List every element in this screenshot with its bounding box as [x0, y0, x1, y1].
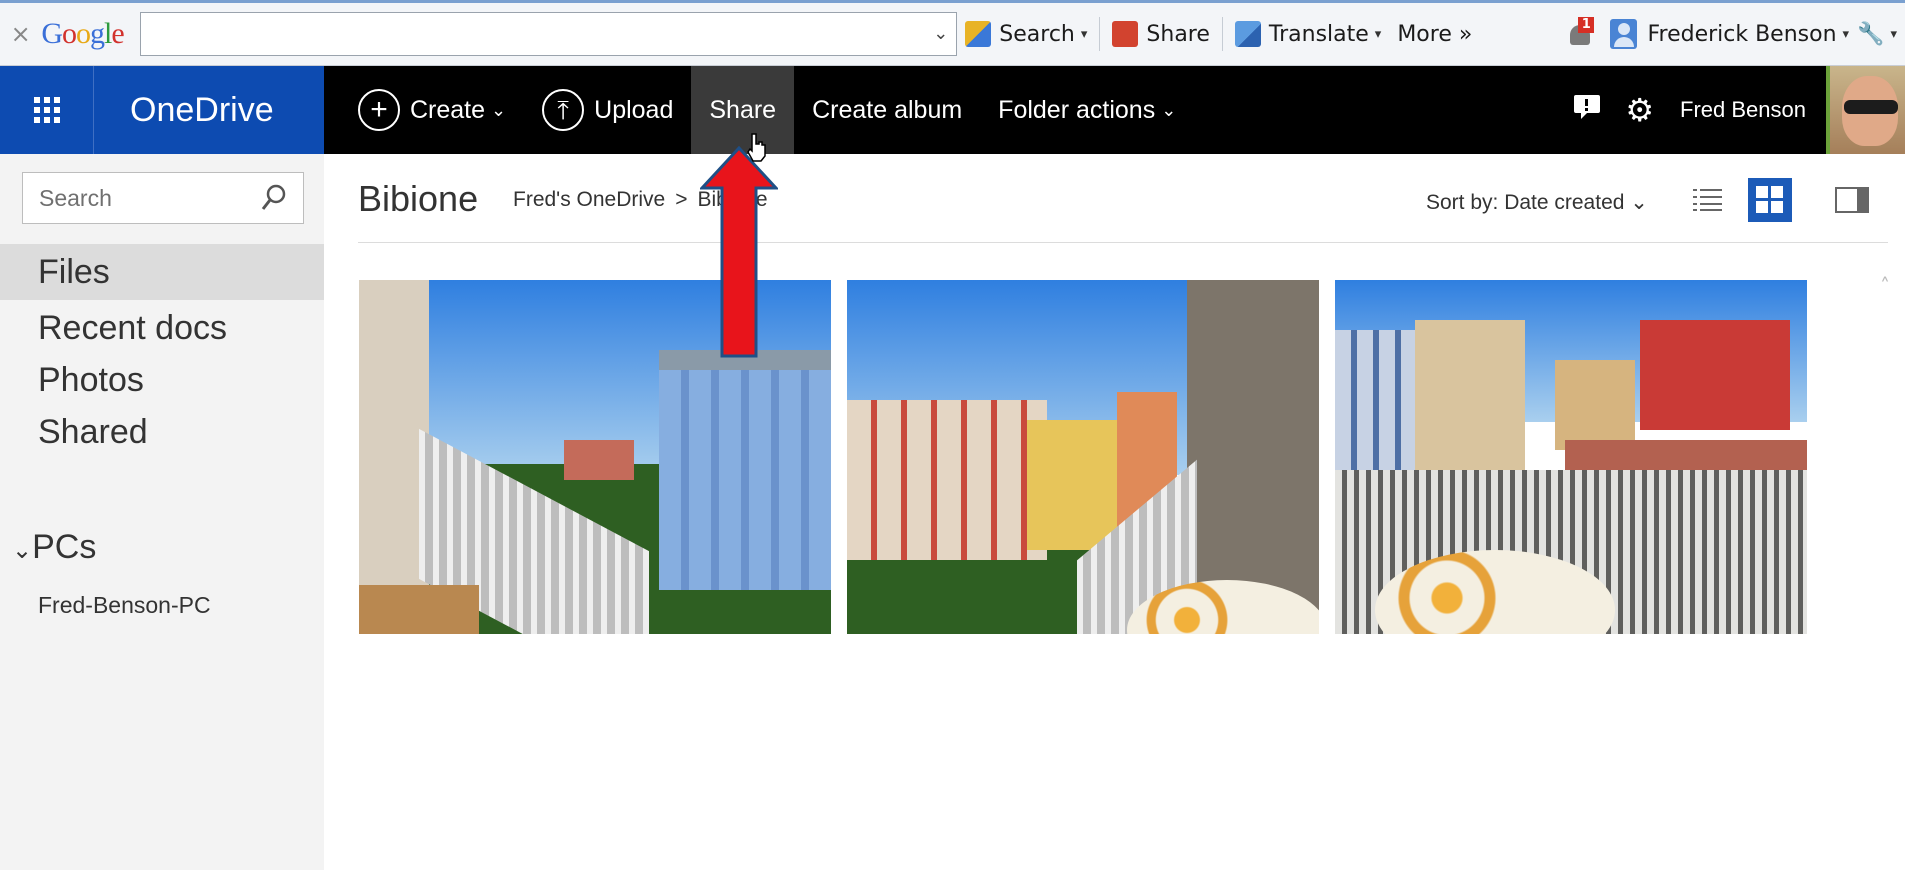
caret-icon: ▾	[1890, 26, 1897, 42]
chevron-down-icon: ⌄	[1630, 191, 1648, 214]
tiles-view-button[interactable]	[1748, 178, 1792, 222]
page-title: Bibione	[358, 178, 479, 219]
sort-dropdown[interactable]: Sort by: Date created ⌄	[1426, 190, 1648, 215]
google-toolbar: × Google ⌄ Search ▾ Share Translate ▾ More…	[0, 0, 1905, 66]
chevron-down-icon: ⌄	[12, 537, 33, 564]
translate-icon	[1234, 21, 1261, 47]
header-divider	[358, 242, 1888, 243]
details-pane-icon	[1835, 187, 1869, 213]
photo-thumbnail[interactable]	[1335, 280, 1807, 634]
google-search-input[interactable]: ⌄	[139, 12, 958, 56]
user-photo-avatar[interactable]	[1826, 66, 1905, 154]
onedrive-user-area: ⚙ Fred Benson	[1561, 66, 1905, 154]
nav-section-pcs[interactable]: ⌄PCs	[12, 528, 96, 567]
chevron-down-icon: ⌄	[1161, 99, 1177, 120]
nav-item-recent-docs[interactable]: Recent docs	[0, 300, 324, 356]
wrench-settings-button[interactable]: 🔧 ▾	[1849, 12, 1905, 56]
nav-item-photos[interactable]: Photos	[0, 352, 324, 408]
photo-thumbnail[interactable]	[847, 280, 1319, 634]
onedrive-brand: OneDrive	[0, 66, 324, 154]
google-account-menu[interactable]: Frederick Benson ▾	[1647, 12, 1849, 56]
share-button[interactable]: Share	[691, 66, 795, 154]
details-pane-button[interactable]	[1830, 178, 1874, 222]
list-view-button[interactable]	[1686, 178, 1730, 222]
google-plus-share-icon	[1112, 21, 1139, 47]
create-button[interactable]: + Create ⌄	[324, 66, 524, 154]
google-logo: Google	[41, 17, 124, 50]
search-input[interactable]: Search	[22, 172, 304, 224]
scroll-up-icon[interactable]: ˄	[1880, 274, 1900, 298]
hand-cursor-icon	[747, 133, 766, 162]
google-search-icon	[965, 21, 992, 47]
user-name[interactable]: Fred Benson	[1680, 97, 1806, 123]
annotation-arrow	[700, 146, 778, 358]
wrench-icon: 🔧	[1857, 21, 1885, 47]
create-album-button[interactable]: Create album	[794, 66, 980, 154]
google-search-button[interactable]: Search ▾	[957, 12, 1095, 56]
upload-button[interactable]: ⤒ Upload	[524, 66, 691, 154]
breadcrumb-root-link[interactable]: Fred's OneDrive	[513, 188, 665, 212]
upload-icon: ⤒	[542, 89, 585, 131]
caret-icon: ▾	[1374, 26, 1382, 42]
toolbar-divider	[1221, 17, 1223, 51]
chevron-down-icon[interactable]: ⌄	[933, 23, 948, 44]
nav-item-files[interactable]: Files	[0, 244, 324, 300]
list-view-icon	[1693, 189, 1722, 211]
google-more-button[interactable]: More »	[1389, 12, 1480, 56]
nav-item-shared[interactable]: Shared	[0, 404, 324, 460]
waffle-icon	[33, 97, 60, 123]
left-navigation: Search Files Recent docs Photos Shared ⌄…	[0, 154, 324, 870]
gear-icon[interactable]: ⚙	[1625, 91, 1654, 129]
onedrive-command-bar: OneDrive + Create ⌄ ⤒ Upload Share Create…	[0, 66, 1905, 154]
onedrive-logo-text[interactable]: OneDrive	[130, 91, 274, 130]
chevron-down-icon: ⌄	[491, 99, 507, 120]
close-toolbar-button[interactable]: ×	[0, 20, 41, 48]
breadcrumb-separator-icon: >	[675, 188, 688, 211]
tiles-view-icon	[1756, 186, 1783, 213]
folder-actions-button[interactable]: Folder actions ⌄	[980, 66, 1194, 154]
notification-badge: 1	[1578, 17, 1595, 33]
user-avatar-icon[interactable]	[1609, 19, 1638, 49]
plus-icon: +	[358, 89, 400, 131]
google-share-button[interactable]: Share	[1104, 12, 1218, 56]
caret-icon: ▾	[1080, 26, 1088, 42]
toolbar-divider	[1099, 17, 1101, 51]
search-icon[interactable]	[261, 183, 287, 213]
notifications-button[interactable]: 1	[1566, 17, 1596, 49]
nav-item-pc[interactable]: Fred-Benson-PC	[38, 592, 211, 619]
app-launcher-button[interactable]	[0, 66, 94, 154]
google-translate-button[interactable]: Translate ▾	[1227, 12, 1389, 56]
feedback-icon[interactable]	[1573, 94, 1601, 127]
